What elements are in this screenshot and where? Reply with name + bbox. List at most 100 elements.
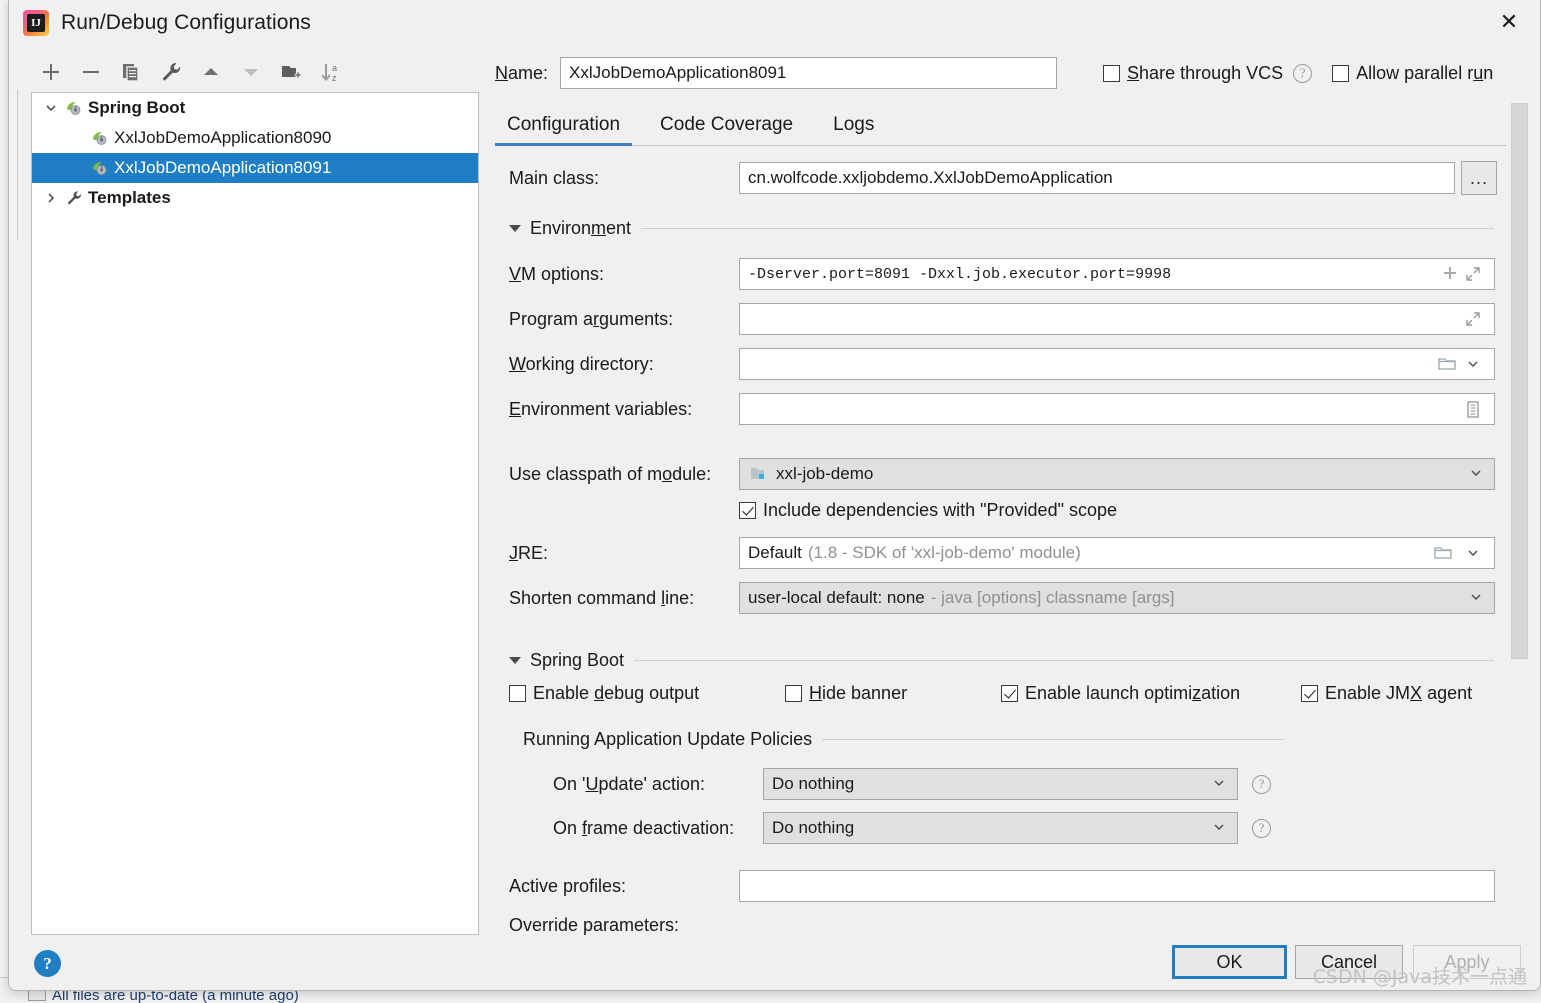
use-classpath-combobox[interactable]: xxl-job-demo [739,458,1495,490]
configurations-tree[interactable]: Spring Boot XxlJobDemoApplication8090 [31,92,479,935]
vm-options-input[interactable]: -Dserver.port=8091 -Dxxl.job.executor.po… [739,258,1495,290]
ok-button[interactable]: OK [1172,945,1287,979]
wrench-icon[interactable] [151,53,191,91]
on-frame-deactivation-combobox[interactable]: Do nothing [763,812,1238,844]
content-scrollbar[interactable] [1511,95,1528,940]
jre-hint: (1.8 - SDK of 'xxl-job-demo' module) [808,543,1081,563]
checkbox-box[interactable] [785,685,802,702]
share-through-vcs-checkbox[interactable]: Share through VCS [1103,63,1283,84]
chevron-down-icon[interactable] [1209,776,1229,793]
shorten-command-line-hint: - java [options] classname [args] [931,588,1175,608]
jre-combobox[interactable]: Default (1.8 - SDK of 'xxl-job-demo' mod… [739,537,1495,569]
chevron-right-icon[interactable] [38,191,64,205]
allow-parallel-run-label: Allow parallel run [1356,63,1493,84]
sort-alpha-icon[interactable]: a z [311,53,351,91]
tab-logs[interactable]: Logs [821,104,886,145]
edit-variables-icon[interactable] [1460,396,1486,422]
environment-section-title: Environment [530,218,631,239]
enable-launch-optimization-label: Enable launch optimization [1025,683,1240,704]
on-update-action-row: On 'Update' action: Do nothing ? [553,766,1353,802]
share-vcs-help-icon[interactable]: ? [1293,64,1312,83]
tree-node-label: Templates [88,188,171,208]
on-update-action-combobox[interactable]: Do nothing [763,768,1238,800]
chevron-down-icon[interactable] [1466,590,1486,607]
tree-node-label: XxlJobDemoApplication8090 [114,128,331,148]
on-update-action-help-icon[interactable]: ? [1252,775,1271,794]
tree-node-xxljobdemoapplication8091[interactable]: XxlJobDemoApplication8091 [32,153,478,183]
cancel-button[interactable]: Cancel [1295,945,1403,979]
tab-configuration[interactable]: Configuration [495,104,632,145]
chevron-down-icon[interactable] [1460,540,1486,566]
tree-node-label: Spring Boot [88,98,185,118]
svg-text:a: a [332,63,337,73]
checkbox-box[interactable] [1103,65,1120,82]
chevron-down-icon[interactable] [1209,820,1229,837]
environment-section-header[interactable]: Environment [509,218,1494,238]
history-dropdown-icon[interactable] [1460,351,1486,377]
tab-code-coverage[interactable]: Code Coverage [648,104,805,145]
configuration-panel: Main class: cn.wolfcode.xxljobdemo.XxlJo… [495,148,1507,936]
shorten-command-line-combobox[interactable]: user-local default: none - java [options… [739,582,1495,614]
name-input[interactable] [560,57,1057,89]
folder-icon[interactable] [1430,540,1456,566]
enable-launch-optimization-checkbox[interactable]: Enable launch optimization [1001,683,1240,704]
arrow-down-icon[interactable] [231,53,271,91]
wrench-icon [64,189,86,207]
add-button[interactable] [31,53,71,91]
browse-main-class-button[interactable]: ... [1461,161,1497,195]
scrollbar-thumb[interactable] [1511,103,1528,659]
new-folder-icon[interactable] [271,53,311,91]
arrow-up-icon[interactable] [191,53,231,91]
enable-jmx-agent-label: Enable JMX agent [1325,683,1472,704]
close-icon[interactable]: ✕ [1478,0,1540,44]
dialog-titlebar: IJ Run/Debug Configurations ✕ [9,0,1540,45]
dialog-title: Run/Debug Configurations [61,11,311,35]
chevron-down-icon[interactable] [38,101,64,115]
chevron-down-icon[interactable] [1466,466,1486,483]
working-directory-input[interactable] [739,348,1495,380]
add-macro-icon[interactable] [1440,265,1460,284]
on-frame-deactivation-help-icon[interactable]: ? [1252,819,1271,838]
environment-variables-input[interactable] [739,393,1495,425]
name-label: Name: [495,63,548,84]
program-arguments-label: Program arguments: [509,309,739,330]
include-provided-scope-checkbox[interactable]: Include dependencies with "Provided" sco… [739,500,1117,521]
hide-banner-checkbox[interactable]: Hide banner [785,683,907,704]
help-button[interactable]: ? [34,950,61,977]
enable-jmx-agent-checkbox[interactable]: Enable JMX agent [1301,683,1472,704]
configurations-toolbar: a z [31,52,481,92]
active-profiles-input[interactable] [739,870,1495,902]
active-profiles-row: Active profiles: [509,868,1507,904]
shorten-command-line-label: Shorten command line: [509,588,739,609]
spring-boot-section-header[interactable]: Spring Boot [509,650,1494,670]
remove-button[interactable] [71,53,111,91]
checkbox-box[interactable] [1332,65,1349,82]
expand-editor-icon[interactable] [1460,306,1486,332]
enable-debug-output-label: Enable debug output [533,683,699,704]
checkbox-box[interactable] [1301,685,1318,702]
main-class-input[interactable]: cn.wolfcode.xxljobdemo.XxlJobDemoApplica… [739,162,1455,194]
screen: All files are up-to-date (a minute ago) … [0,0,1541,1003]
expand-editor-icon[interactable] [1460,261,1486,287]
shorten-command-line-row: Shorten command line: user-local default… [509,580,1507,616]
copy-icon[interactable] [111,53,151,91]
enable-debug-output-checkbox[interactable]: Enable debug output [509,683,699,704]
checkbox-box[interactable] [739,502,756,519]
tree-node-xxljobdemoapplication8090[interactable]: XxlJobDemoApplication8090 [32,123,478,153]
intellij-idea-icon: IJ [23,10,49,36]
collapse-triangle-icon[interactable] [509,225,521,232]
checkbox-box[interactable] [509,685,526,702]
override-parameters-row: Override parameters: [509,912,1507,936]
allow-parallel-run-checkbox[interactable]: Allow parallel run [1332,63,1493,84]
jre-row: JRE: Default (1.8 - SDK of 'xxl-job-demo… [509,535,1507,571]
checkbox-box[interactable] [1001,685,1018,702]
spring-boot-icon [64,99,86,117]
active-profiles-label: Active profiles: [509,876,739,897]
tree-node-spring-boot[interactable]: Spring Boot [32,93,478,123]
tree-node-templates[interactable]: Templates [32,183,478,213]
jre-value: Default [748,543,802,563]
folder-icon[interactable] [1434,351,1460,377]
program-arguments-row: Program arguments: [509,301,1507,337]
collapse-triangle-icon[interactable] [509,657,521,664]
program-arguments-input[interactable] [739,303,1495,335]
